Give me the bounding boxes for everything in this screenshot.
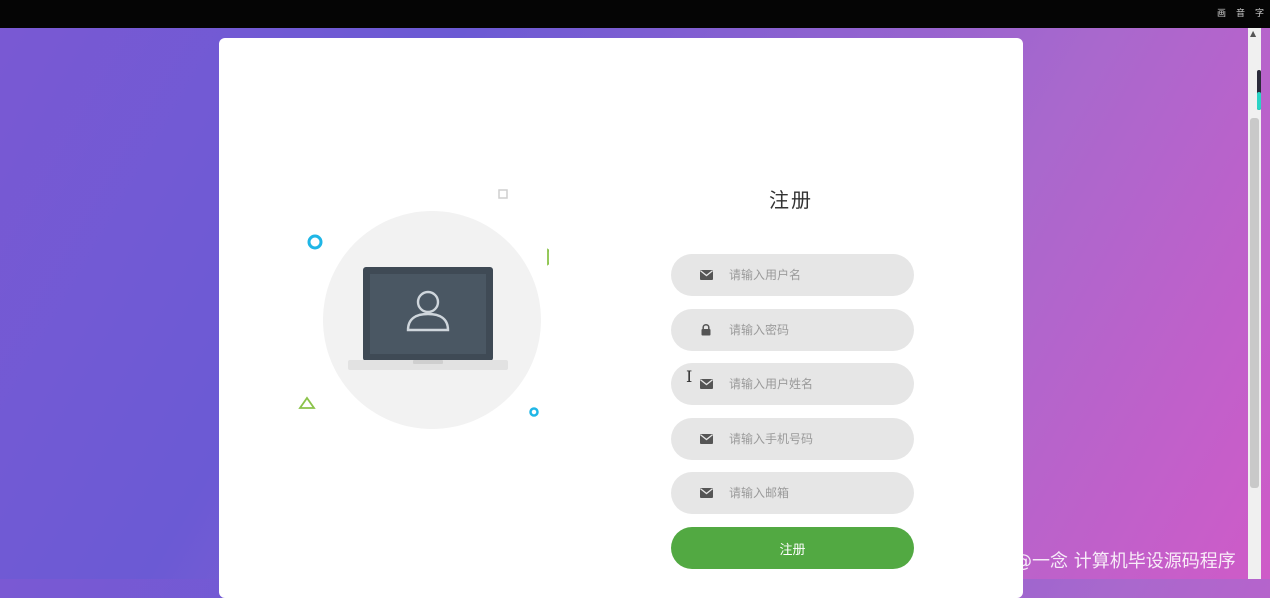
scroll-indicator-cyan bbox=[1257, 92, 1261, 110]
laptop-notch bbox=[413, 360, 443, 364]
password-field[interactable] bbox=[671, 309, 914, 351]
lock-icon bbox=[699, 323, 713, 337]
phone-field[interactable] bbox=[671, 418, 914, 460]
scroll-up-arrow-icon[interactable]: ▲ bbox=[1250, 30, 1256, 38]
envelope-icon bbox=[699, 486, 713, 500]
phone-input[interactable] bbox=[727, 431, 911, 447]
decor-triangle-right bbox=[547, 248, 549, 266]
username-field[interactable] bbox=[671, 254, 914, 296]
email-field[interactable] bbox=[671, 472, 914, 514]
envelope-icon bbox=[699, 268, 713, 282]
toolbar-icons: 画 音 字 bbox=[1217, 8, 1264, 20]
page-scrollbar[interactable]: ▲ bbox=[1248, 28, 1261, 579]
toolbar-item-draw[interactable]: 画 bbox=[1217, 8, 1226, 20]
toolbar-item-text[interactable]: 字 bbox=[1255, 8, 1264, 20]
decor-triangle-up bbox=[298, 396, 316, 409]
register-card: 注册 注册 bbox=[219, 38, 1023, 598]
register-button[interactable]: 注册 bbox=[671, 527, 914, 569]
watermark: CSDN @一念 计算机毕设源码程序 bbox=[957, 551, 1236, 572]
text-cursor-icon: I bbox=[686, 367, 693, 386]
envelope-icon bbox=[699, 432, 713, 446]
laptop-illustration bbox=[298, 189, 549, 429]
scrollbar-thumb[interactable] bbox=[1250, 118, 1259, 488]
toolbar-item-audio[interactable]: 音 bbox=[1236, 8, 1245, 20]
top-bar: 画 音 字 bbox=[0, 0, 1270, 28]
username-input[interactable] bbox=[727, 267, 911, 283]
decor-ring-large bbox=[307, 234, 323, 250]
fullname-input[interactable] bbox=[727, 376, 911, 392]
decor-ring-small bbox=[529, 407, 539, 417]
envelope-icon bbox=[699, 377, 713, 391]
password-input[interactable] bbox=[727, 322, 911, 338]
decor-square bbox=[498, 189, 508, 199]
email-input[interactable] bbox=[727, 485, 911, 501]
fullname-field[interactable] bbox=[671, 363, 914, 405]
